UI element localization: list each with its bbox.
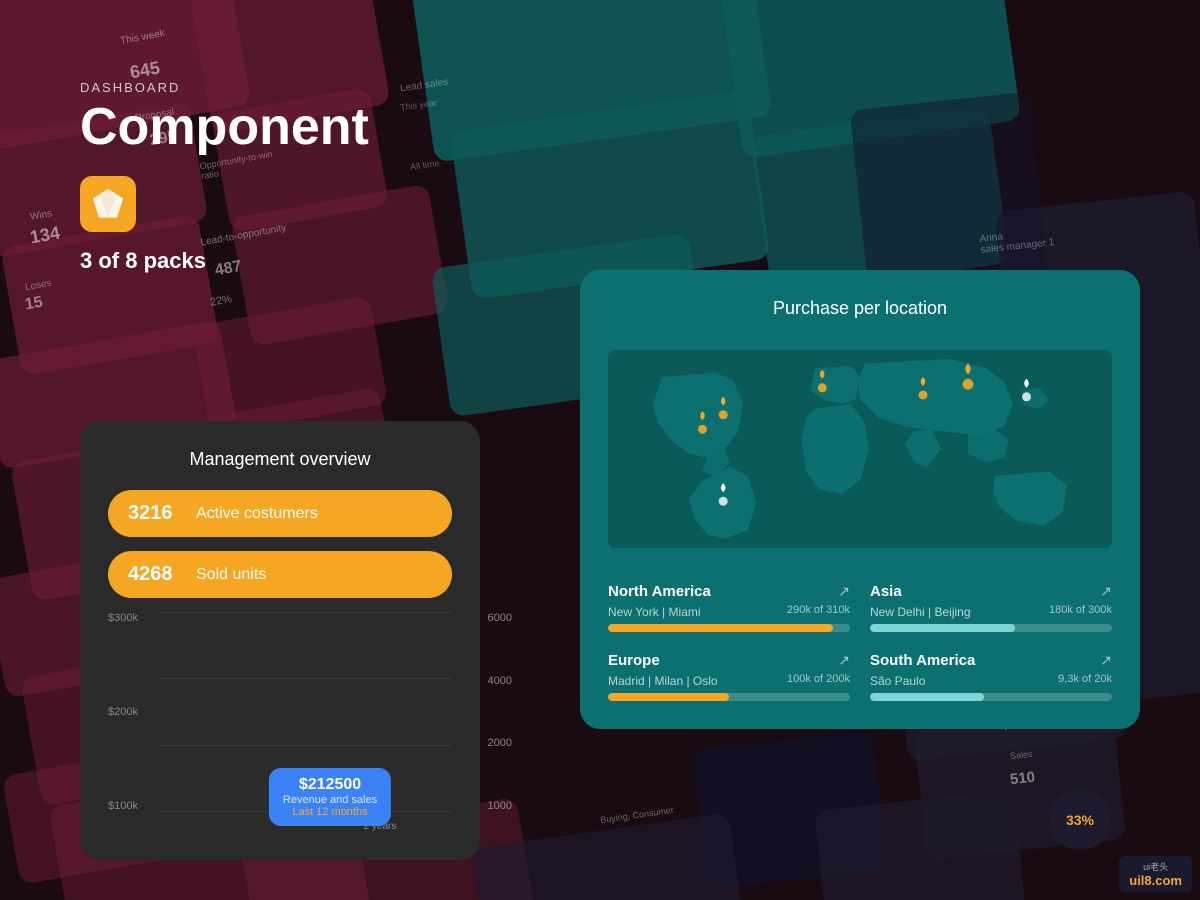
active-customers-label: Active costumers: [196, 505, 318, 523]
header-title: Component: [80, 99, 369, 156]
location-south-america[interactable]: South America ↗ São Paulo 9,3k of 20k: [870, 652, 1112, 701]
europe-cities-row: Madrid | Milan | Oslo 100k of 200k: [608, 673, 850, 693]
location-na-name: North America: [608, 583, 711, 600]
sold-units-label: Sold units: [196, 566, 266, 584]
sa-progress-bg: [870, 693, 1112, 701]
sa-progress-fill: [870, 693, 984, 701]
bar-group-3: [258, 828, 302, 832]
purchase-card-title: Purchase per location: [608, 298, 1112, 319]
r-label-1: 6000: [488, 612, 512, 624]
r-label-2: 4000: [488, 675, 512, 687]
location-sa-cities: São Paulo: [870, 674, 925, 688]
na-progress-fill: [608, 624, 833, 632]
bar-group-4: $212500 Revenue and sales Last 12 months: [308, 828, 352, 832]
sketch-icon: [80, 176, 136, 232]
y-label-1: $300k: [108, 612, 138, 624]
r-label-3: 2000: [488, 737, 512, 749]
deco-right-9: 510: [1009, 769, 1036, 789]
sa-cities-row: São Paulo 9,3k of 20k: [870, 673, 1112, 693]
r-label-4: 1000: [488, 800, 512, 812]
management-card: Management overview 3216 Active costumer…: [80, 421, 480, 860]
location-grid: North America ↗ New York | Miami 290k of…: [608, 583, 1112, 701]
active-customers-pill[interactable]: 3216 Active costumers: [108, 490, 452, 537]
chart-bars: $212500 Revenue and sales Last 12 months…: [158, 612, 452, 832]
highlight-amount: $212500: [283, 776, 377, 794]
y-label-3: $100k: [108, 800, 138, 812]
pack-label: 3 of 8 packs: [80, 248, 369, 274]
location-asia-cities: New Delhi | Beijing: [870, 605, 971, 619]
location-na-header: North America ↗: [608, 583, 850, 600]
active-customers-number: 3216: [128, 502, 180, 525]
header-area: DASHBOARD Component 3 of 8 packs: [80, 80, 369, 274]
location-asia-name: Asia: [870, 583, 902, 600]
header-label: DASHBOARD: [80, 80, 369, 95]
sold-units-pill[interactable]: 4268 Sold units: [108, 551, 452, 598]
management-card-title: Management overview: [108, 449, 452, 470]
asia-cities-row: New Delhi | Beijing 180k of 300k: [870, 604, 1112, 624]
chart-y-labels: $300k $200k $100k: [108, 612, 138, 832]
watermark: ui老头 uil8.com: [1119, 856, 1192, 892]
watermark-box: ui老头 uil8.com: [1119, 856, 1192, 892]
location-asia-value: 180k of 300k: [1049, 604, 1112, 616]
location-sa-header: South America ↗: [870, 652, 1112, 669]
highlight-sublabel: Revenue and sales: [283, 794, 377, 806]
na-cities-row: New York | Miami 290k of 310k: [608, 604, 850, 624]
location-sa-name: South America: [870, 652, 975, 669]
y-label-2: $200k: [108, 706, 138, 718]
highlight-label: $212500 Revenue and sales Last 12 months: [269, 768, 391, 826]
asia-progress-fill: [870, 624, 1015, 632]
bar-group-6: [408, 828, 452, 832]
location-north-america[interactable]: North America ↗ New York | Miami 290k of…: [608, 583, 850, 632]
na-progress-bg: [608, 624, 850, 632]
location-europe-arrow: ↗: [838, 652, 850, 669]
location-asia-arrow: ↗: [1100, 583, 1112, 600]
location-asia[interactable]: Asia ↗ New Delhi | Beijing 180k of 300k: [870, 583, 1112, 632]
location-sa-arrow: ↗: [1100, 652, 1112, 669]
world-map: [608, 339, 1112, 559]
bar-group-2: [208, 828, 252, 832]
highlight-period: Last 12 months: [283, 806, 377, 818]
sold-units-number: 4268: [128, 563, 180, 586]
location-sa-value: 9,3k of 20k: [1058, 673, 1112, 685]
europe-progress-bg: [608, 693, 850, 701]
percent-value: 33%: [1066, 812, 1094, 828]
location-na-value: 290k of 310k: [787, 604, 850, 616]
location-europe-cities: Madrid | Milan | Oslo: [608, 674, 718, 688]
revenue-chart: $300k $200k $100k: [108, 612, 452, 832]
bar-group-1: [158, 828, 202, 832]
location-europe-name: Europe: [608, 652, 660, 669]
percent-badge: 33%: [1050, 790, 1110, 850]
watermark-top: ui老头: [1143, 860, 1168, 873]
location-europe-header: Europe ↗: [608, 652, 850, 669]
location-europe[interactable]: Europe ↗ Madrid | Milan | Oslo 100k of 2…: [608, 652, 850, 701]
watermark-brand: uil8.com: [1129, 873, 1182, 888]
location-europe-value: 100k of 200k: [787, 673, 850, 685]
chart-right-labels: 6000 4000 2000 1000: [488, 612, 512, 812]
deco-text-8: 15: [24, 294, 45, 315]
location-asia-header: Asia ↗: [870, 583, 1112, 600]
europe-progress-fill: [608, 693, 729, 701]
asia-progress-bg: [870, 624, 1112, 632]
location-na-cities: New York | Miami: [608, 605, 700, 619]
location-na-arrow: ↗: [838, 583, 850, 600]
purchase-card: Purchase per location: [580, 270, 1140, 729]
